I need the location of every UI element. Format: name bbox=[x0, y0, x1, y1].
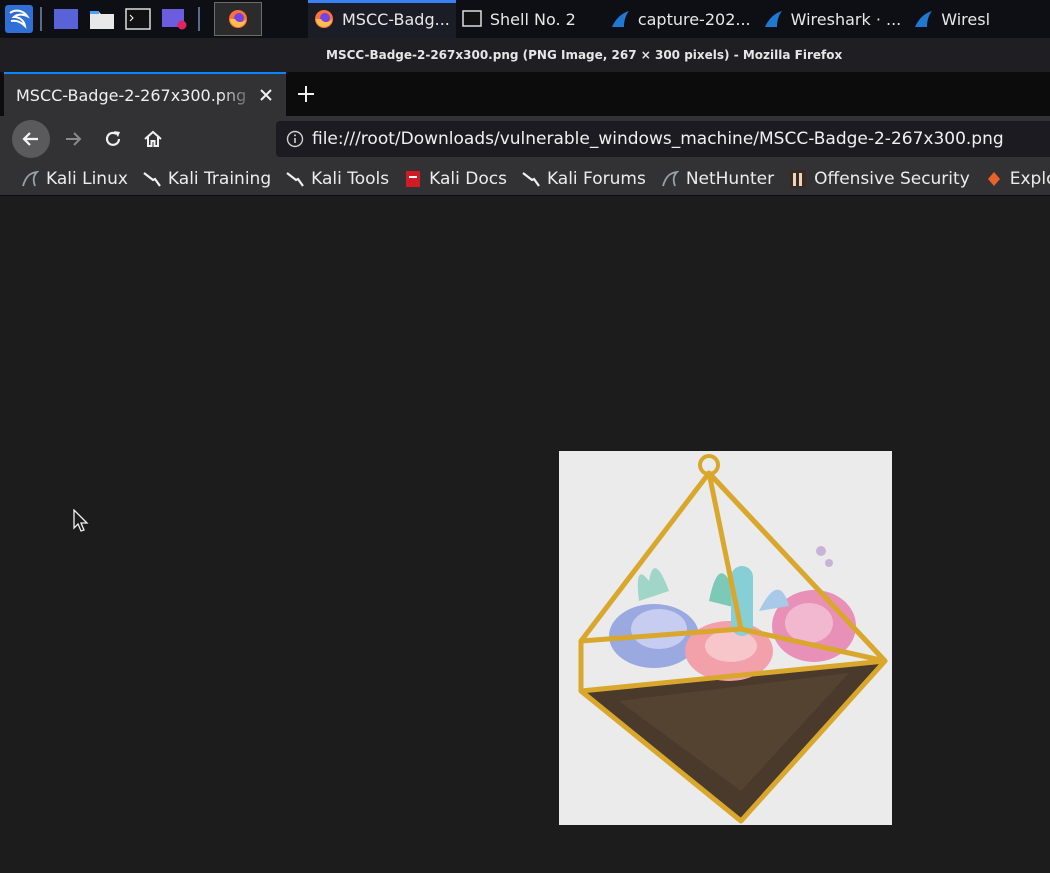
kali-dragon-icon bbox=[20, 169, 40, 189]
kali-menu-button[interactable] bbox=[4, 4, 34, 34]
offsec-icon bbox=[788, 169, 808, 189]
task-label: MSCC-Badg... bbox=[342, 9, 450, 29]
kali-dragon-icon bbox=[142, 169, 162, 189]
window-title-bar[interactable]: MSCC-Badge-2-267x300.png (PNG Image, 267… bbox=[0, 38, 1050, 72]
task-label: capture-202... bbox=[637, 9, 751, 29]
wireshark-fin-icon bbox=[915, 11, 933, 27]
url-bar[interactable]: file:///root/Downloads/vulnerable_window… bbox=[276, 121, 1050, 157]
back-button[interactable] bbox=[12, 120, 50, 158]
bookmark-label: Offensive Security bbox=[814, 168, 970, 189]
bookmark-kali-docs[interactable]: Kali Docs bbox=[403, 169, 507, 189]
bookmark-label: NetHunter bbox=[685, 168, 775, 189]
bookmark-kali-linux[interactable]: Kali Linux bbox=[20, 169, 128, 189]
taskbar-task-list: MSCC-Badg... Shell No. 2 capture-202... … bbox=[308, 0, 996, 38]
bookmark-label: Exploi bbox=[1009, 168, 1050, 189]
workspace-icon bbox=[54, 9, 78, 29]
bookmark-label: Kali Linux bbox=[46, 168, 128, 189]
task-firefox[interactable]: MSCC-Badg... bbox=[308, 0, 456, 38]
terminal-icon bbox=[125, 8, 151, 30]
tab-image[interactable]: MSCC-Badge-2-267x300.png bbox=[4, 72, 286, 116]
tab-label: MSCC-Badge-2-267x300.png bbox=[16, 85, 247, 105]
window-title: MSCC-Badge-2-267x300.png (PNG Image, 267… bbox=[326, 48, 843, 62]
task-label: Wireshark · ... bbox=[790, 9, 902, 29]
desktop-taskbar: MSCC-Badg... Shell No. 2 capture-202... … bbox=[0, 0, 1050, 38]
reload-icon bbox=[105, 131, 121, 146]
close-icon bbox=[260, 89, 272, 101]
close-tab-button[interactable] bbox=[256, 85, 276, 105]
firefox-icon bbox=[229, 10, 247, 28]
bookmark-kali-tools[interactable]: Kali Tools bbox=[285, 169, 389, 189]
plus-icon bbox=[298, 86, 314, 102]
kali-dragon-icon bbox=[285, 169, 305, 189]
exploit-db-icon bbox=[984, 169, 1004, 189]
navigation-toolbar: file:///root/Downloads/vulnerable_window… bbox=[0, 116, 1050, 162]
task-wireshark-2[interactable]: Wiresl bbox=[907, 0, 996, 38]
bookmark-offensive-security[interactable]: Offensive Security bbox=[788, 169, 970, 189]
page-content bbox=[0, 197, 1050, 873]
kali-dragon-icon bbox=[660, 169, 680, 189]
task-wireshark[interactable]: Wireshark · ... bbox=[757, 0, 908, 38]
kali-logo-icon bbox=[5, 5, 33, 33]
firefox-icon bbox=[315, 10, 333, 28]
task-label: Wiresl bbox=[941, 9, 991, 29]
bookmark-label: Kali Training bbox=[167, 168, 272, 189]
taskbar-separator bbox=[40, 7, 42, 31]
workspace-switcher-button[interactable] bbox=[52, 6, 80, 32]
terrarium-succulent-image bbox=[578, 454, 888, 824]
site-info-icon[interactable] bbox=[286, 130, 304, 148]
task-shell[interactable]: Shell No. 2 bbox=[456, 0, 582, 38]
home-icon bbox=[144, 130, 162, 147]
arrow-right-icon bbox=[66, 132, 82, 146]
terminal-launcher-button[interactable] bbox=[124, 6, 152, 32]
file-manager-button[interactable] bbox=[88, 6, 116, 32]
terminal-icon bbox=[462, 10, 482, 27]
displayed-image[interactable] bbox=[559, 451, 892, 825]
home-button[interactable] bbox=[136, 122, 170, 156]
kali-docs-icon bbox=[403, 169, 423, 189]
mouse-cursor bbox=[73, 508, 89, 537]
bookmark-nethunter[interactable]: NetHunter bbox=[660, 169, 774, 189]
url-text[interactable]: file:///root/Downloads/vulnerable_window… bbox=[312, 129, 1004, 149]
screen-recorder-icon bbox=[162, 9, 187, 30]
forward-button[interactable] bbox=[56, 122, 90, 156]
wireshark-fin-icon bbox=[611, 11, 629, 27]
bookmark-label: Kali Docs bbox=[429, 168, 507, 189]
arrow-left-icon bbox=[22, 132, 38, 146]
new-tab-button[interactable] bbox=[286, 72, 326, 116]
bookmarks-toolbar: Kali Linux Kali Training Kali Tools Kali… bbox=[0, 162, 1050, 196]
screen-recorder-button[interactable] bbox=[160, 6, 188, 32]
task-capture[interactable]: capture-202... bbox=[604, 0, 757, 38]
kali-dragon-icon bbox=[521, 169, 541, 189]
firefox-launcher-button[interactable] bbox=[214, 2, 262, 36]
folder-icon bbox=[90, 11, 114, 29]
taskbar-separator bbox=[198, 7, 200, 31]
bookmark-kali-forums[interactable]: Kali Forums bbox=[521, 169, 646, 189]
bookmark-label: Kali Forums bbox=[546, 168, 646, 189]
bookmark-label: Kali Tools bbox=[311, 168, 390, 189]
pointer-cursor-icon bbox=[73, 508, 89, 532]
wireshark-fin-icon bbox=[764, 11, 782, 27]
bookmark-kali-training[interactable]: Kali Training bbox=[142, 169, 271, 189]
bookmark-exploit-db[interactable]: Exploi bbox=[984, 169, 1050, 189]
tab-strip: MSCC-Badge-2-267x300.png bbox=[0, 72, 1050, 116]
task-label: Shell No. 2 bbox=[489, 9, 576, 29]
reload-button[interactable] bbox=[96, 122, 130, 156]
